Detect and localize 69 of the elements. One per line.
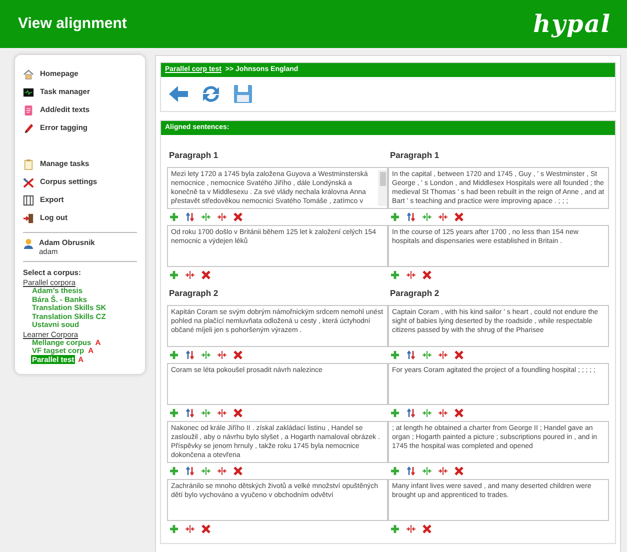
save-icon[interactable]: [231, 82, 255, 106]
scrollbar[interactable]: [378, 170, 387, 206]
pencil-icon: [23, 122, 34, 134]
tools-icon: [23, 176, 34, 188]
plus-icon[interactable]: [390, 408, 400, 418]
join-icon[interactable]: [406, 524, 416, 534]
paragraph-heading: Paragraph 2: [169, 286, 220, 300]
clipboard-icon: [23, 158, 34, 170]
monitor-icon: [23, 86, 34, 98]
plus-icon[interactable]: [169, 524, 179, 534]
swap-icon[interactable]: [406, 466, 416, 476]
delete-icon[interactable]: [454, 212, 464, 222]
swap-icon[interactable]: [185, 212, 195, 222]
split-icon[interactable]: [422, 408, 432, 418]
paragraph-heading: Paragraph 1: [169, 149, 220, 162]
split-icon[interactable]: [201, 408, 211, 418]
delete-icon[interactable]: [233, 408, 243, 418]
paragraph-heading: Paragraph 1: [390, 149, 440, 162]
join-icon[interactable]: [438, 212, 448, 222]
paragraph-heading: Paragraph 2: [390, 286, 440, 300]
join-icon[interactable]: [438, 408, 448, 418]
join-icon[interactable]: [438, 350, 448, 360]
plus-icon[interactable]: [390, 524, 400, 534]
swap-icon[interactable]: [406, 212, 416, 222]
join-icon[interactable]: [406, 270, 416, 280]
split-icon[interactable]: [201, 466, 211, 476]
swap-icon[interactable]: [406, 350, 416, 360]
delete-icon[interactable]: [233, 350, 243, 360]
delete-icon[interactable]: [233, 466, 243, 476]
page-title: View alignment: [18, 14, 127, 34]
split-icon[interactable]: [422, 212, 432, 222]
book-icon: [23, 194, 34, 206]
join-icon[interactable]: [217, 350, 227, 360]
plus-icon[interactable]: [169, 466, 179, 476]
swap-icon[interactable]: [406, 408, 416, 418]
plus-icon[interactable]: [390, 270, 400, 280]
swap-icon[interactable]: [185, 408, 195, 418]
document-icon: [23, 104, 34, 116]
plus-icon[interactable]: [169, 408, 179, 418]
plus-icon[interactable]: [169, 212, 179, 222]
delete-icon[interactable]: [454, 408, 464, 418]
join-icon[interactable]: [185, 524, 195, 534]
plus-icon[interactable]: [169, 350, 179, 360]
plus-icon[interactable]: [390, 466, 400, 476]
split-icon[interactable]: [422, 350, 432, 360]
delete-icon[interactable]: [454, 350, 464, 360]
swap-icon[interactable]: [185, 350, 195, 360]
join-icon[interactable]: [217, 466, 227, 476]
plus-icon[interactable]: [390, 212, 400, 222]
join-icon[interactable]: [185, 270, 195, 280]
join-icon[interactable]: [217, 408, 227, 418]
home-icon: [23, 68, 34, 80]
delete-icon[interactable]: [454, 466, 464, 476]
swap-icon[interactable]: [185, 466, 195, 476]
logo: hypal: [533, 8, 611, 40]
delete-icon[interactable]: [201, 270, 211, 280]
split-icon[interactable]: [422, 466, 432, 476]
delete-icon[interactable]: [201, 524, 211, 534]
plus-icon[interactable]: [169, 270, 179, 280]
join-icon[interactable]: [438, 466, 448, 476]
delete-icon[interactable]: [422, 270, 432, 280]
delete-icon[interactable]: [422, 524, 432, 534]
split-icon[interactable]: [201, 350, 211, 360]
split-icon[interactable]: [201, 212, 211, 222]
join-icon[interactable]: [217, 212, 227, 222]
delete-icon[interactable]: [233, 212, 243, 222]
user-icon: [23, 238, 34, 249]
plus-icon[interactable]: [390, 350, 400, 360]
door-icon: [23, 212, 34, 224]
